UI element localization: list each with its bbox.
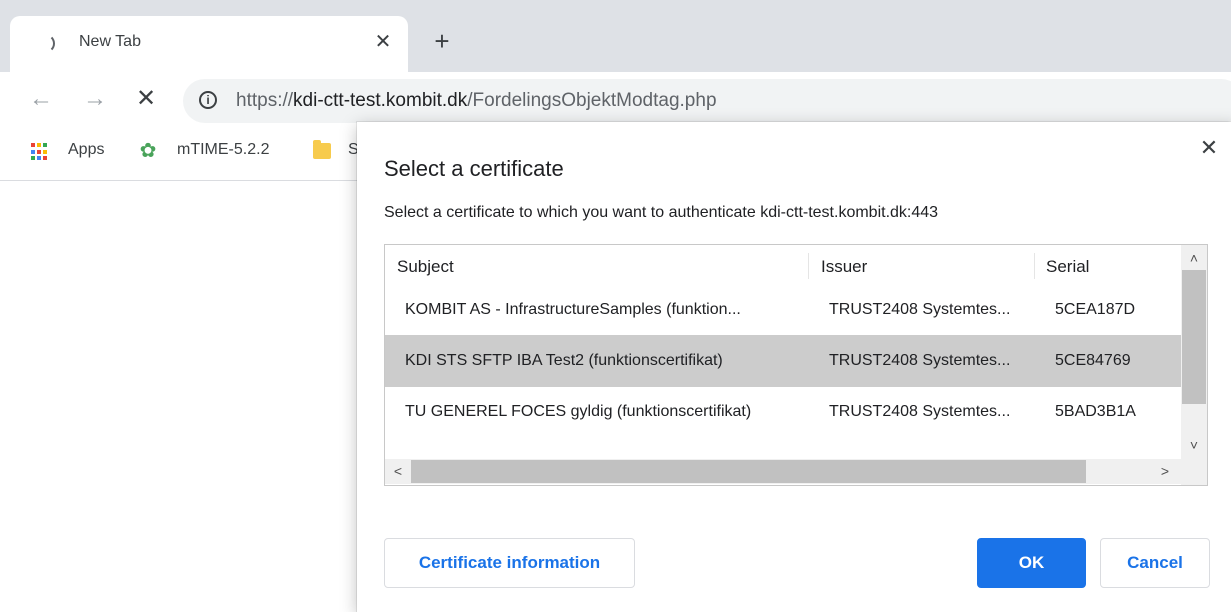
stop-loading-icon[interactable]: ✕ <box>133 86 159 112</box>
bookmark-mtime[interactable]: mTIME-5.2.2 <box>177 141 269 159</box>
scrollbar-corner <box>1181 459 1207 485</box>
cell-subject: KDI STS SFTP IBA Test2 (funktionscertifi… <box>405 352 723 369</box>
dialog-title: Select a certificate <box>384 156 564 181</box>
cell-issuer: TRUST2408 Systemtes... <box>829 301 1011 318</box>
cell-serial: 5CE84769 <box>1055 352 1131 369</box>
scroll-right-arrow-icon[interactable]: > <box>1156 462 1174 480</box>
cell-issuer: TRUST2408 Systemtes... <box>829 403 1011 420</box>
column-separator[interactable] <box>808 253 809 279</box>
column-header-subject[interactable]: Subject <box>397 257 454 277</box>
close-tab-icon[interactable]: ✕ <box>371 30 395 54</box>
close-dialog-icon[interactable]: ✕ <box>1197 136 1221 160</box>
cell-subject: KOMBIT AS - InfrastructureSamples (funkt… <box>405 301 741 318</box>
certificate-information-button[interactable]: Certificate information <box>384 538 635 588</box>
cell-subject: TU GENEREL FOCES gyldig (funktionscertif… <box>405 403 752 420</box>
mtime-logo-icon: ✿ <box>139 140 157 162</box>
cell-serial: 5BAD3B1A <box>1055 403 1136 420</box>
folder-icon[interactable] <box>313 140 331 159</box>
scroll-up-arrow-icon[interactable]: ˄ <box>1185 249 1203 267</box>
url-host: kdi-ctt-test.kombit.dk <box>293 90 468 111</box>
ok-button[interactable]: OK <box>977 538 1086 588</box>
loading-spinner-icon <box>36 34 55 53</box>
tab-title: New Tab <box>79 33 141 50</box>
cell-serial: 5CEA187D <box>1055 301 1136 318</box>
dialog-description: Select a certificate to which you want t… <box>384 204 939 221</box>
bookmark-apps[interactable]: Apps <box>68 141 104 159</box>
column-separator[interactable] <box>1034 253 1035 279</box>
horizontal-scroll-thumb[interactable] <box>411 460 1086 483</box>
url-scheme: https:// <box>236 90 294 111</box>
cancel-button[interactable]: Cancel <box>1100 538 1210 588</box>
tab-new-tab[interactable] <box>10 16 408 72</box>
cell-issuer: TRUST2408 Systemtes... <box>829 352 1011 369</box>
apps-grid-icon[interactable] <box>31 143 49 161</box>
column-header-issuer[interactable]: Issuer <box>821 257 867 277</box>
new-tab-plus-icon[interactable]: + <box>430 28 454 54</box>
scroll-left-arrow-icon[interactable]: < <box>389 462 407 480</box>
scroll-down-arrow-icon[interactable]: ˅ <box>1185 436 1203 454</box>
url-text[interactable]: https://kdi-ctt-test.kombit.dk/Fordeling… <box>236 90 717 112</box>
vertical-scroll-thumb[interactable] <box>1182 270 1206 404</box>
forward-arrow-icon[interactable]: → <box>82 86 108 112</box>
back-arrow-icon[interactable]: ← <box>28 86 54 112</box>
info-icon[interactable]: i <box>199 91 217 109</box>
url-path: /FordelingsObjektModtag.php <box>467 90 717 111</box>
column-header-serial[interactable]: Serial <box>1046 257 1089 277</box>
